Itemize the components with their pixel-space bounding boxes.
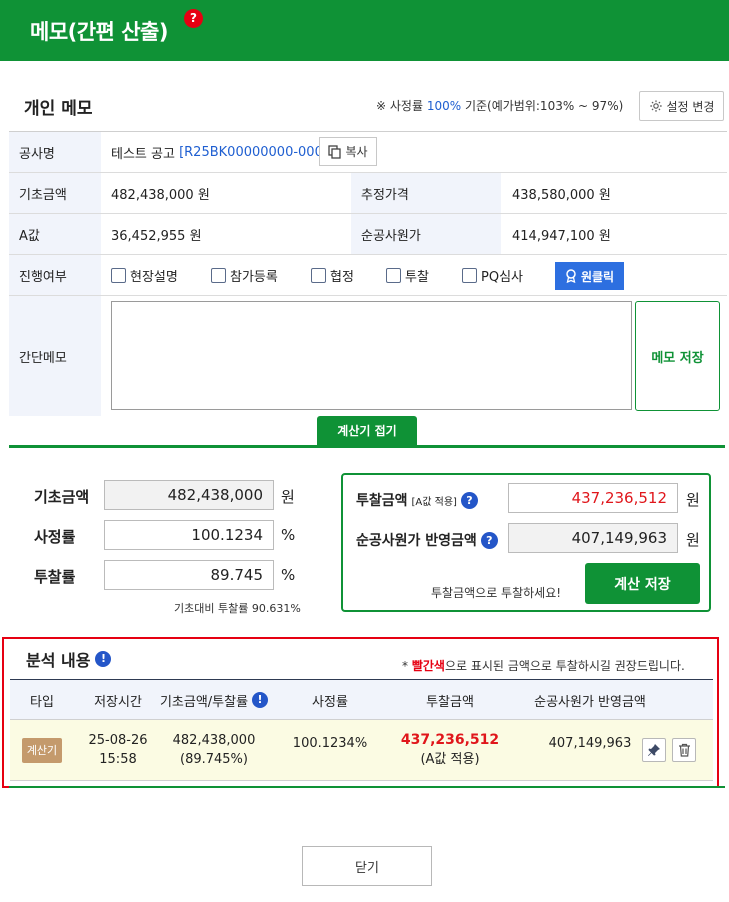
bid-amount-input[interactable]: 437,236,512 <box>508 483 678 513</box>
pin-icon <box>648 744 660 756</box>
memo-row: 간단메모 메모 저장 <box>9 296 727 416</box>
row-type: 계산기 <box>10 720 74 780</box>
rate-note: ※ 사정률 100% 기준(예가범위:103% ~ 97%) <box>376 99 624 113</box>
memo-label: 간단메모 <box>9 296 101 416</box>
calc-rate-unit: % <box>281 526 296 544</box>
col-rate: 사정률 <box>312 694 348 710</box>
check-agreement[interactable]: 협정 <box>311 266 354 285</box>
bid-hint: 투찰금액으로 투찰하세요! <box>431 586 562 600</box>
help-icon[interactable]: ? <box>460 491 478 509</box>
checkbox[interactable] <box>111 268 126 283</box>
a-label: A값 <box>9 214 101 254</box>
help-icon[interactable]: ? <box>184 9 203 28</box>
calc-bidrate-label: 투찰률 <box>34 568 76 586</box>
analysis-title: 분석 내용 ! <box>26 647 112 671</box>
project-name-value: 테스트 공고 [R25BK00000000-000] <box>111 144 328 162</box>
oneclick-button[interactable]: 원클릭 <box>555 262 624 290</box>
base-label: 기초금액 <box>9 173 101 213</box>
progress-label: 진행여부 <box>9 255 101 295</box>
project-label: 공사명 <box>9 132 101 172</box>
a-value: 36,452,955 원 <box>111 228 202 244</box>
analysis-note: * 빨간색으로 표시된 금액으로 투찰하시길 권장드립니다. <box>402 659 685 673</box>
col-saved-time: 저장시간 <box>94 694 142 710</box>
col-net-amount: 순공사원가 반영금액 <box>534 694 646 710</box>
checkbox[interactable] <box>311 268 326 283</box>
bid-amount-label: 투찰금액 [A값 적용] ? <box>356 490 478 510</box>
gear-icon <box>649 100 662 112</box>
divider <box>9 445 725 448</box>
net-label: 순공사원가 <box>351 214 501 254</box>
est-value: 438,580,000 원 <box>512 187 611 203</box>
bid-result-box: 투찰금액 [A값 적용] ? 437,236,512 원 순공사원가 반영금액 … <box>341 473 711 612</box>
checkbox[interactable] <box>462 268 477 283</box>
calc-save-button[interactable]: 계산 저장 <box>585 563 700 604</box>
type-badge: 계산기 <box>21 737 63 763</box>
calc-base-label: 기초금액 <box>34 488 90 506</box>
net-value: 414,947,100 원 <box>512 228 611 244</box>
calc-base-unit: 원 <box>281 488 295 506</box>
row-saved-time: 25-08-26 15:58 <box>88 733 148 767</box>
info-icon[interactable]: ! <box>252 692 269 708</box>
divider <box>9 786 725 788</box>
memo-textarea[interactable] <box>111 301 632 410</box>
analysis-panel: 분석 내용 ! * 빨간색으로 표시된 금액으로 투찰하시길 권장드립니다. 타… <box>2 637 719 788</box>
trash-icon <box>678 743 690 757</box>
base-value: 482,438,000 원 <box>111 187 210 203</box>
award-icon <box>566 269 576 283</box>
dialog-header: 메모(간편 산출) ? <box>0 0 729 61</box>
dialog-title: 메모(간편 산출) <box>30 20 168 44</box>
memo-save-button[interactable]: 메모 저장 <box>635 301 720 411</box>
copy-icon <box>328 144 342 159</box>
row-net-amount: 407,149,963 <box>548 736 632 751</box>
analysis-table-header: 타입 저장시간 기초금액/투찰률 ! 사정률 투찰금액 순공사원가 반영금액 <box>10 679 713 720</box>
help-icon[interactable]: ? <box>480 531 498 549</box>
col-type: 타입 <box>30 694 54 710</box>
net-amount-label: 순공사원가 반영금액 ? <box>356 530 498 550</box>
a-row: A값 36,452,955 원 순공사원가 414,947,100 원 <box>9 214 727 255</box>
check-bid[interactable]: 투찰 <box>386 266 429 285</box>
close-button[interactable]: 닫기 <box>302 846 432 886</box>
calc-bidrate-unit: % <box>281 566 296 584</box>
col-bid-amount: 투찰금액 <box>426 694 474 710</box>
calculator-fold-tab[interactable]: 계산기 접기 <box>317 416 417 446</box>
info-table: 공사명 테스트 공고 [R25BK00000000-000] 복사 기초금액 4… <box>9 131 727 416</box>
col-base-bidrate: 기초금액/투찰률 ! <box>158 680 270 720</box>
net-amount-unit: 원 <box>686 531 700 549</box>
delete-button[interactable] <box>672 738 696 762</box>
row-rate: 100.1234% <box>292 736 368 751</box>
check-registration[interactable]: 참가등록 <box>211 266 278 285</box>
memo-section-title: 개인 메모 <box>24 99 93 119</box>
rate-value: 100% <box>426 99 462 113</box>
row-base-bidrate: 482,438,000 (89.745%) <box>172 733 256 767</box>
table-row: 계산기 25-08-26 15:58 482,438,000 (89.745%)… <box>10 720 713 781</box>
info-icon[interactable]: ! <box>95 651 112 667</box>
progress-row: 진행여부 현장설명 참가등록 협정 투찰 PQ심사 원클릭 <box>9 255 727 296</box>
project-code: [R25BK00000000-000] <box>179 144 328 160</box>
pin-button[interactable] <box>642 738 666 762</box>
calc-base-input[interactable]: 482,438,000 <box>104 480 274 510</box>
calc-bidrate-input[interactable]: 89.745 <box>104 560 274 590</box>
calc-rate-label: 사정률 <box>34 528 76 546</box>
settings-button[interactable]: 설정 변경 <box>639 91 724 121</box>
check-site-briefing[interactable]: 현장설명 <box>111 266 178 285</box>
net-amount-input[interactable]: 407,149,963 <box>508 523 678 553</box>
row-bid-amount: 437,236,512 (A값 적용) <box>400 732 500 767</box>
checkbox[interactable] <box>211 268 226 283</box>
base-row: 기초금액 482,438,000 원 추정가격 438,580,000 원 <box>9 173 727 214</box>
copy-button[interactable]: 복사 <box>319 137 377 166</box>
check-pq[interactable]: PQ심사 <box>462 266 523 285</box>
est-label: 추정가격 <box>351 173 501 213</box>
checkbox[interactable] <box>386 268 401 283</box>
project-row: 공사명 테스트 공고 [R25BK00000000-000] 복사 <box>9 132 727 173</box>
bid-amount-unit: 원 <box>686 491 700 509</box>
calc-rate-input[interactable]: 100.1234 <box>104 520 274 550</box>
calc-note: 기초대비 투찰률 90.631% <box>174 602 301 615</box>
